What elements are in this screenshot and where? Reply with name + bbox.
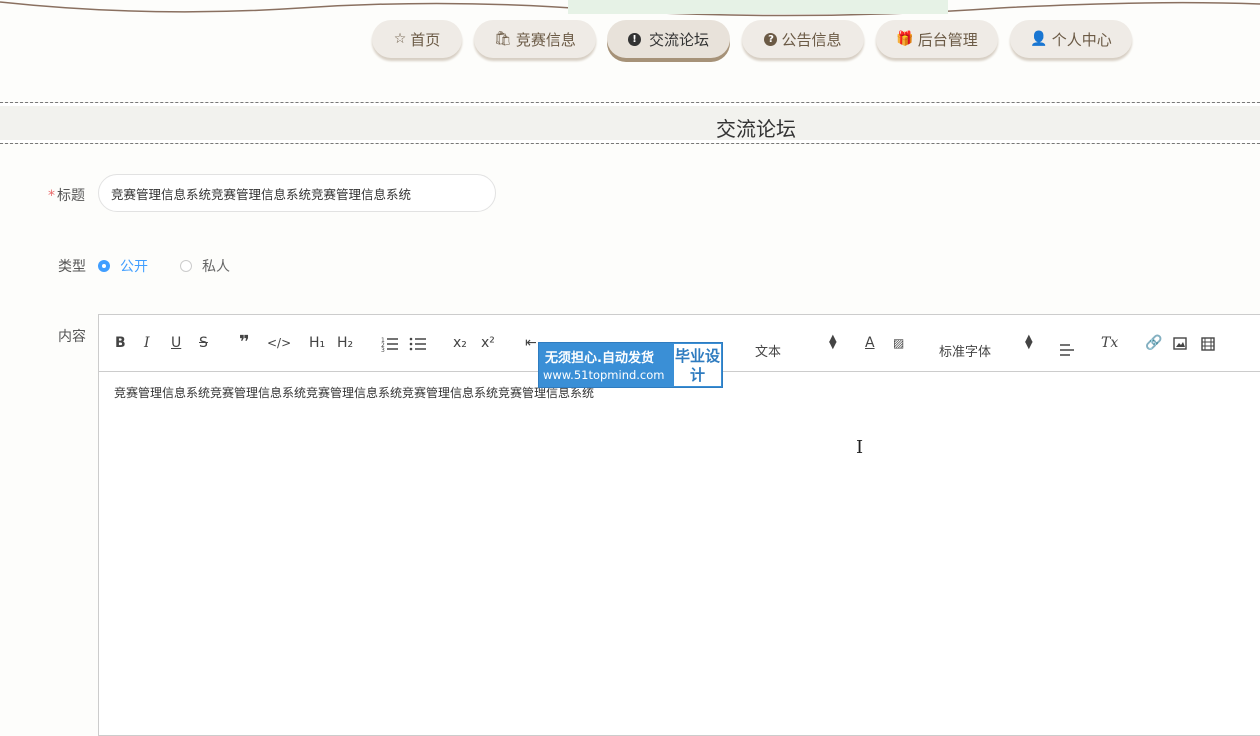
bullet-list-icon[interactable] xyxy=(409,336,427,356)
editor-content[interactable]: 竞赛管理信息系统竞赛管理信息系统竞赛管理信息系统竞赛管理信息系统竞赛管理信息系统 xyxy=(114,384,594,401)
radio-dot xyxy=(98,260,110,272)
size-picker-label: 文本 xyxy=(755,345,782,360)
content-label: 内容 xyxy=(58,329,86,345)
gift-icon: 🎁 xyxy=(896,31,914,47)
nav-home-label: 首页 xyxy=(410,30,441,49)
size-picker[interactable]: 文本 ▲ ▼ xyxy=(755,334,837,361)
watermark-overlay: 无须担心.自动发货 www.51topmind.com 毕业设计 xyxy=(538,342,723,388)
font-picker[interactable]: 标准字体 ▲ ▼ xyxy=(939,334,1033,361)
code-button[interactable]: </> xyxy=(267,333,291,353)
sort-arrows-icon: ▲ ▼ xyxy=(1025,333,1033,351)
exclamation-circle-icon: ! xyxy=(627,32,641,46)
title-input[interactable] xyxy=(98,174,496,212)
watermark-line2: www.51topmind.com xyxy=(543,368,665,382)
type-private-label: 私人 xyxy=(202,259,230,275)
font-color-icon[interactable]: A xyxy=(865,333,875,353)
watermark-line1: 无须担心.自动发货 xyxy=(545,351,654,366)
blockquote-button[interactable]: ❞ xyxy=(239,333,250,353)
nav-notice-label: 公告信息 xyxy=(781,30,842,49)
user-icon: 👤 xyxy=(1030,31,1048,47)
type-label: 类型 xyxy=(58,259,86,275)
subscript-button[interactable]: x₂ xyxy=(453,333,467,353)
star-icon: ☆ xyxy=(393,31,407,47)
bold-button[interactable]: B xyxy=(115,333,126,353)
link-icon[interactable]: 🔗 xyxy=(1145,333,1162,353)
nav-notice[interactable]: ? 公告信息 xyxy=(742,20,864,58)
nav-home[interactable]: ☆ 首页 xyxy=(372,20,462,58)
h2-button[interactable]: H₂ xyxy=(337,333,353,353)
ordered-list-icon[interactable]: 1 2 3 xyxy=(381,336,399,356)
clean-format-button[interactable]: Tx xyxy=(1101,333,1118,353)
nav-competition-label: 竞赛信息 xyxy=(515,30,576,49)
watermark-badge: 毕业设计 xyxy=(674,344,721,386)
superscript-button[interactable]: x² xyxy=(481,333,495,353)
nav-forum-label: 交流论坛 xyxy=(648,30,709,49)
type-public-label: 公开 xyxy=(120,259,148,275)
nav-forum[interactable]: ! 交流论坛 xyxy=(607,20,730,58)
title-label: * 标题 xyxy=(48,188,85,204)
background-color-icon[interactable]: ▨ xyxy=(893,333,904,353)
radio-dot xyxy=(180,260,192,272)
video-icon[interactable] xyxy=(1201,337,1215,357)
font-picker-label: 标准字体 xyxy=(939,345,992,360)
sort-arrows-icon: ▲ ▼ xyxy=(829,333,837,351)
type-public-radio[interactable]: 公开 xyxy=(98,256,148,276)
text-cursor-icon: I xyxy=(856,437,864,458)
align-icon[interactable] xyxy=(1059,343,1075,363)
bag-icon: 🛍 xyxy=(494,31,512,47)
type-private-radio[interactable]: 私人 xyxy=(180,256,230,276)
nav-admin-label: 后台管理 xyxy=(917,30,978,49)
page-title-band: 交流论坛 xyxy=(0,102,1260,144)
italic-button[interactable]: I xyxy=(144,333,150,353)
required-mark: * xyxy=(48,188,55,204)
h1-button[interactable]: H₁ xyxy=(309,333,325,353)
page-title: 交流论坛 xyxy=(716,117,796,141)
image-icon[interactable] xyxy=(1173,337,1187,357)
svg-text:3: 3 xyxy=(381,347,385,354)
strike-button[interactable]: S xyxy=(199,333,208,353)
nav-profile[interactable]: 👤 个人中心 xyxy=(1010,20,1132,58)
nav-profile-label: 个人中心 xyxy=(1051,30,1112,49)
top-decorative-wave xyxy=(0,0,1260,17)
outdent-button[interactable]: ⇤ xyxy=(525,333,537,353)
nav-competition[interactable]: 🛍 竞赛信息 xyxy=(474,20,596,58)
question-circle-icon: ? xyxy=(764,32,778,46)
underline-button[interactable]: U xyxy=(171,333,181,353)
nav-admin[interactable]: 🎁 后台管理 xyxy=(876,20,998,58)
